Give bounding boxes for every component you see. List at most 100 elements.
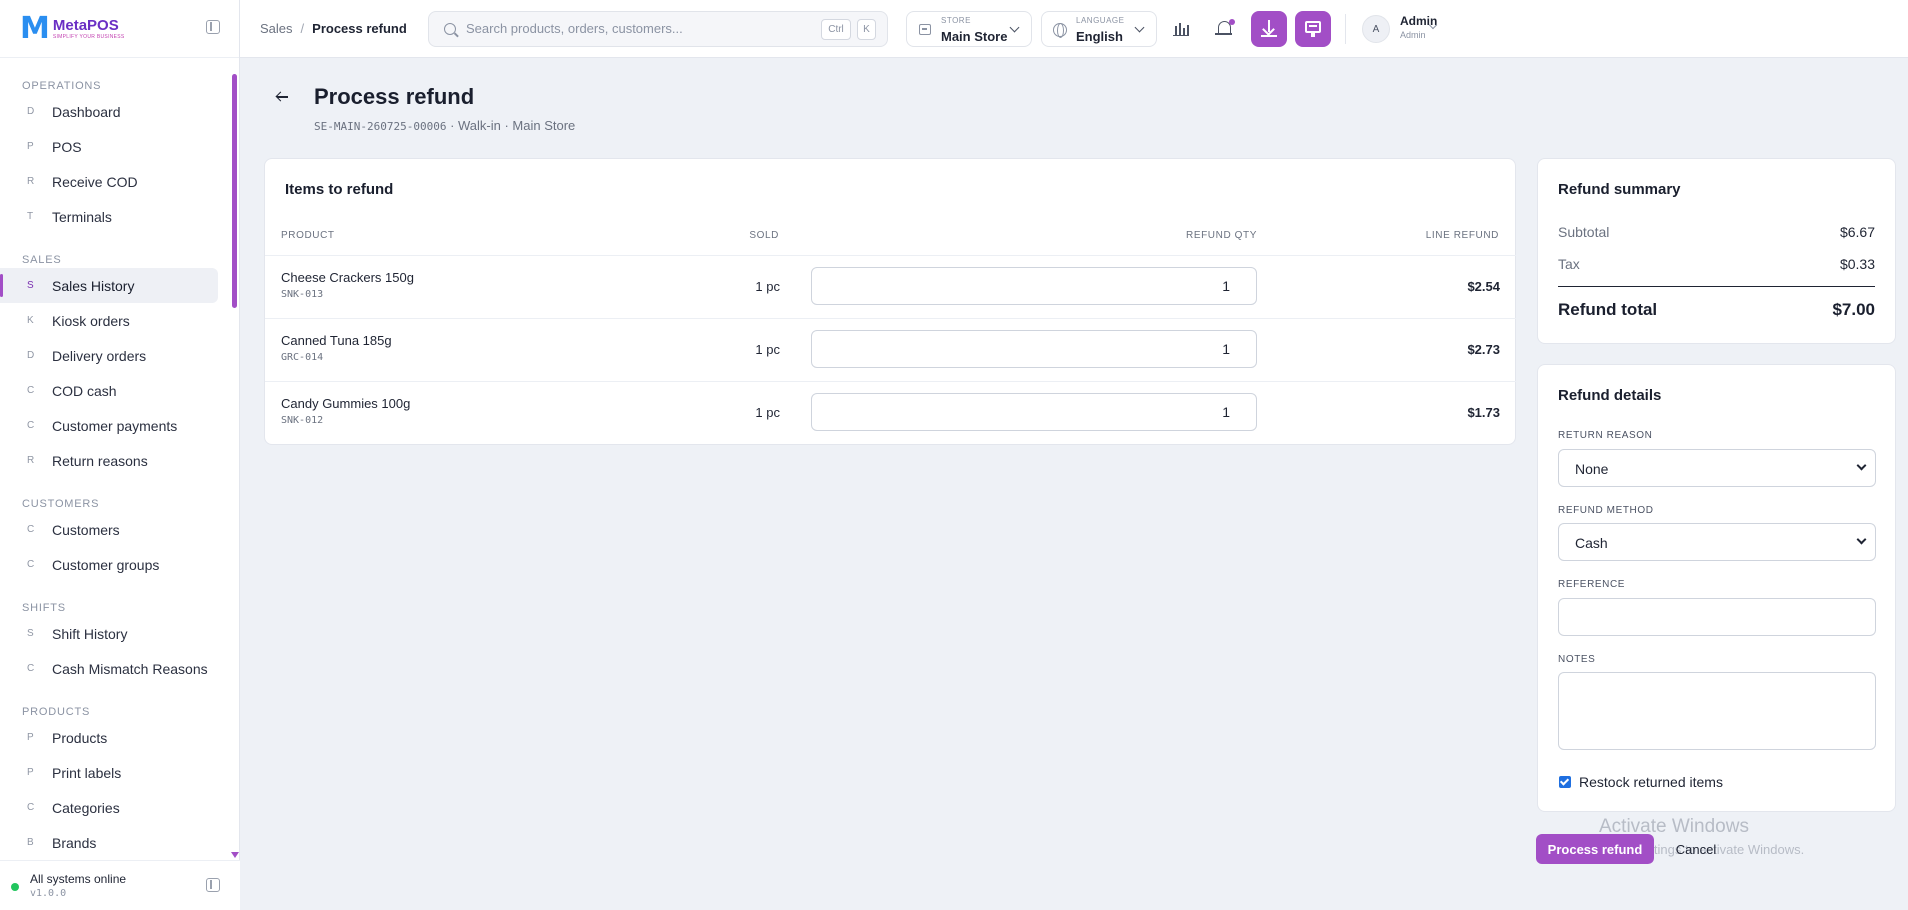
nav-letter: C [27,420,35,431]
sidebar-item-cash-mismatch-reasons[interactable]: C Cash Mismatch Reasons [0,651,218,686]
status-dot-icon [11,883,19,891]
product-sku: GRC-014 [281,352,324,363]
sale-meta-text: · Walk-in · Main Store [446,118,576,133]
summary-title: Refund summary [1558,181,1681,198]
table-row: Cheese Crackers 150g SNK-013 1 pc $2.54 [265,255,1516,318]
reference-input[interactable] [1558,598,1876,636]
language-value: English [1076,29,1123,44]
scroll-down-icon[interactable] [231,852,239,858]
sidebar-scrollbar[interactable] [232,74,237,308]
subtotal-row: Subtotal $6.67 [1558,224,1875,240]
nav-label: Print labels [52,764,122,781]
sidebar-item-kiosk-orders[interactable]: K Kiosk orders [0,303,218,338]
nav-letter: C [27,559,35,570]
avatar[interactable]: A [1362,15,1390,43]
tax-label: Tax [1558,256,1580,272]
refund-method-select[interactable]: Cash [1558,523,1876,561]
collapse-sidebar-icon[interactable] [206,20,220,34]
search-input[interactable] [466,21,796,36]
refund-details-card: Refund details RETURN REASON None REFUND… [1537,364,1896,812]
store-selector[interactable]: STORE Main Store [906,11,1032,47]
logo-mark-icon: M [20,10,50,46]
nav-letter: T [27,211,34,222]
back-arrow-icon[interactable] [275,90,291,104]
sidebar-item-pos[interactable]: P POS [0,129,218,164]
open-pos-button[interactable] [1295,11,1331,47]
table-row: Candy Gummies 100g SNK-012 1 pc $1.73 [265,381,1516,444]
sidebar-item-dashboard[interactable]: D Dashboard [0,94,218,129]
collapse-sidebar-bottom-icon[interactable] [206,878,220,892]
reports-button[interactable] [1163,11,1199,47]
nav-letter: C [27,385,35,396]
section-title-shifts: SHIFTS [22,602,66,614]
sidebar-item-customer-groups[interactable]: C Customer groups [0,547,218,582]
notification-dot [1229,19,1235,25]
nav-label: Cash Mismatch Reasons [52,660,208,677]
globe-icon [1053,23,1067,38]
install-app-button[interactable] [1251,11,1287,47]
sold-qty: 1 pc [755,279,780,294]
nav-letter: C [27,802,35,813]
refund-qty-input[interactable] [811,267,1257,305]
refund-qty-input[interactable] [811,393,1257,431]
download-icon [1268,20,1270,32]
nav-label: POS [52,138,82,155]
restock-checkbox[interactable] [1559,776,1571,788]
breadcrumb-parent[interactable]: Sales [260,21,293,36]
sidebar-item-return-reasons[interactable]: R Return reasons [0,443,218,478]
sidebar-item-sales-history[interactable]: S Sales History [0,268,218,303]
sidebar-item-customer-payments[interactable]: C Customer payments [0,408,218,443]
refund-qty-input[interactable] [811,330,1257,368]
sidebar-item-receive-cod[interactable]: R Receive COD [0,164,218,199]
chevron-down-icon [1134,22,1145,33]
download-base [1261,35,1277,37]
nav-label: Customers [52,521,120,538]
sidebar-item-customers[interactable]: C Customers [0,512,218,547]
sidebar-item-brands[interactable]: B Brands [0,825,218,860]
tax-value: $0.33 [1839,256,1875,272]
nav-letter: K [27,315,34,326]
line-refund: $1.73 [1467,405,1500,420]
nav-letter: C [27,663,35,674]
line-refund: $2.54 [1467,279,1500,294]
nav-letter: P [27,732,34,743]
sidebar-item-categories[interactable]: C Categories [0,790,218,825]
col-refund-qty: REFUND QTY [1186,230,1257,241]
section-title-sales: SALES [22,254,62,266]
store-value: Main Store [941,29,1008,44]
restock-label[interactable]: Restock returned items [1579,774,1723,790]
sidebar-item-cod-cash[interactable]: C COD cash [0,373,218,408]
section-title-customers: CUSTOMERS [22,498,100,510]
language-selector[interactable]: LANGUAGE English [1041,11,1157,47]
refund-method-value: Cash [1575,535,1608,551]
search-icon [444,23,456,35]
sale-meta: SE-MAIN-260725-00006 · Walk-in · Main St… [314,118,575,133]
col-product: PRODUCT [281,230,335,241]
notifications-button[interactable] [1207,11,1243,47]
breadcrumb-current: Process refund [312,21,407,36]
sold-qty: 1 pc [755,342,780,357]
nav-label: Delivery orders [52,347,147,364]
notes-textarea[interactable] [1558,672,1876,750]
sidebar-item-shift-history[interactable]: S Shift History [0,616,218,651]
product-name: Cheese Crackers 150g [281,270,414,285]
global-search[interactable]: Ctrl K [428,11,888,47]
brand-logo[interactable]: M MetaPOS SIMPLIFY YOUR BUSINESS [20,10,125,46]
sidebar-item-delivery-orders[interactable]: D Delivery orders [0,338,218,373]
nav-letter: D [27,350,35,361]
notes-label: NOTES [1558,654,1596,665]
cancel-button[interactable]: Cancel [1664,834,1728,864]
process-refund-button[interactable]: Process refund [1536,834,1654,864]
items-card-title: Items to refund [285,181,394,198]
sidebar: M MetaPOS SIMPLIFY YOUR BUSINESS OPERATI… [0,0,240,910]
nav-label: Customer groups [52,556,160,573]
sidebar-item-terminals[interactable]: T Terminals [0,199,218,234]
table-row: Canned Tuna 185g GRC-014 1 pc $2.73 [265,318,1516,381]
sidebar-item-print-labels[interactable]: P Print labels [0,755,218,790]
return-reason-select[interactable]: None [1558,449,1876,487]
nav-label: Categories [52,799,120,816]
sidebar-item-products[interactable]: P Products [0,720,218,755]
nav-label: Sales History [52,277,135,294]
sidebar-footer: All systems online v1.0.0 [0,860,240,910]
reference-label: REFERENCE [1558,579,1626,590]
